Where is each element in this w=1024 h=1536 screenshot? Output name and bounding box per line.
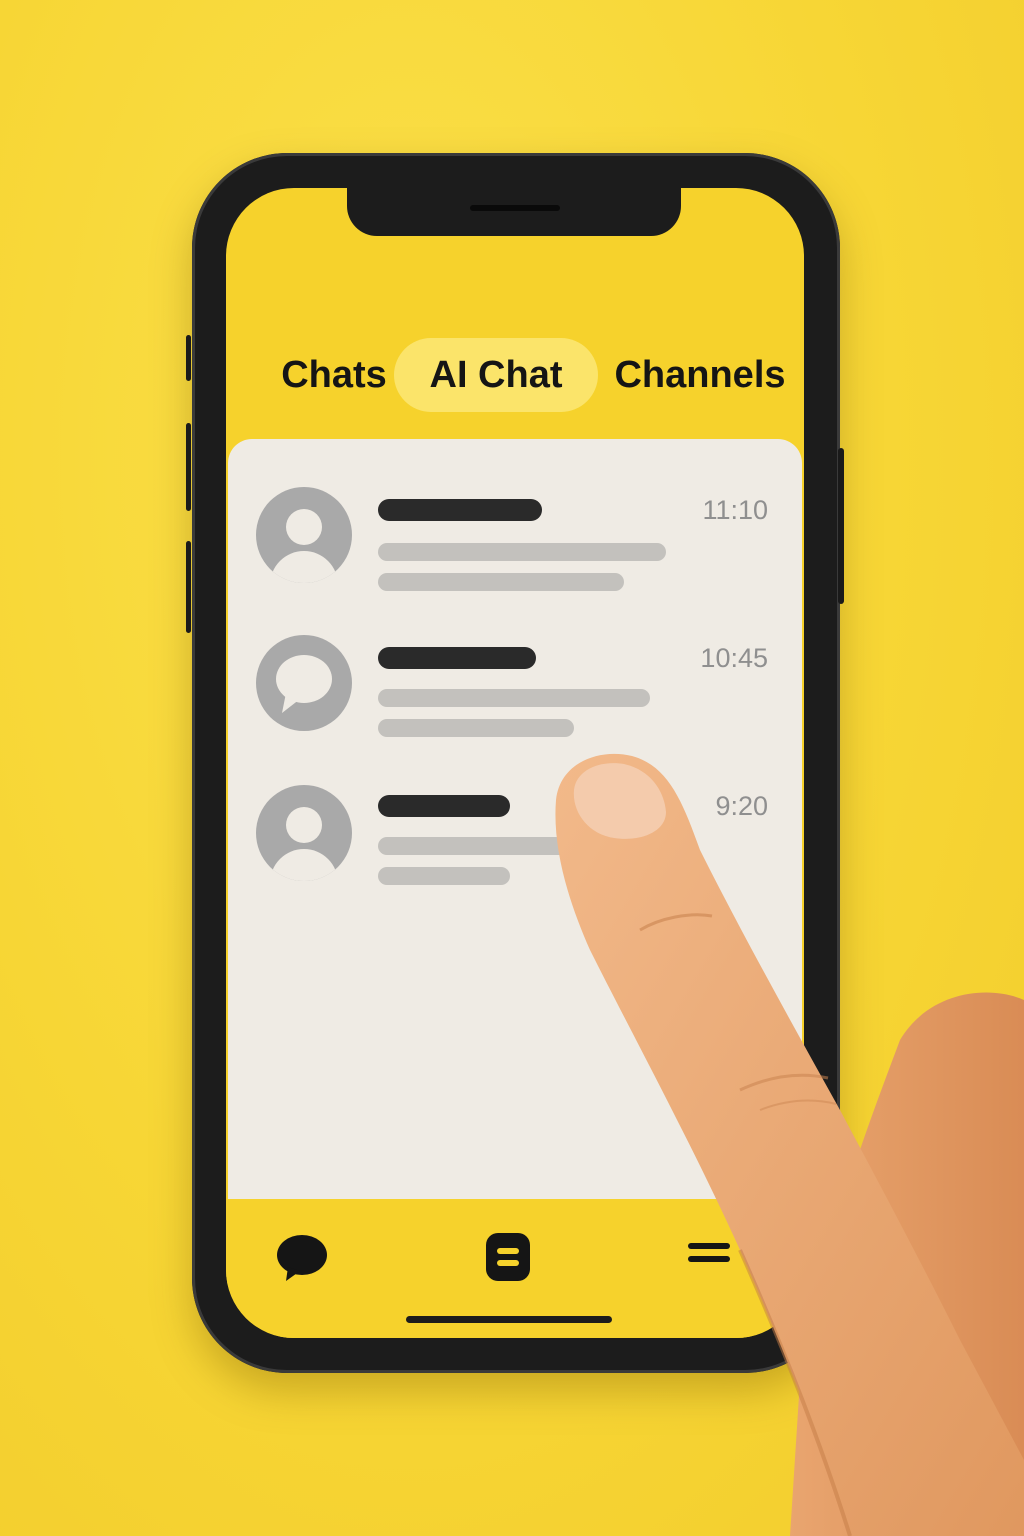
person-icon [256, 785, 352, 881]
contact-name-placeholder [378, 795, 510, 817]
home-indicator[interactable] [406, 1316, 612, 1323]
message-preview-placeholder [378, 867, 510, 885]
power-button [838, 448, 844, 604]
tab-ai-chat[interactable]: AI Chat [394, 338, 598, 412]
chat-bubble-icon[interactable] [274, 1231, 330, 1287]
message-preview-placeholder [378, 543, 666, 561]
menu-icon[interactable] [686, 1239, 734, 1271]
tab-chats[interactable]: Chats [250, 338, 418, 412]
contact-name-placeholder [378, 499, 542, 521]
message-preview-placeholder [378, 573, 624, 591]
list-icon[interactable] [484, 1231, 532, 1283]
chat-bubble-icon [256, 635, 352, 731]
tab-channels[interactable]: Channels [612, 338, 788, 412]
phone-screen: Chats AI Chat Channels 11:10 10:45 9:20 [226, 188, 804, 1338]
message-preview-placeholder [378, 719, 574, 737]
conversation-row[interactable]: 11:10 [228, 487, 802, 597]
message-preview-placeholder [378, 689, 650, 707]
volume-down-button [186, 541, 191, 633]
message-time: 10:45 [700, 643, 768, 673]
message-time: 11:10 [702, 495, 768, 525]
notch [347, 188, 681, 236]
contact-name-placeholder [378, 647, 536, 669]
conversation-row[interactable]: 9:20 [228, 785, 802, 895]
mute-switch [186, 335, 191, 381]
message-time: 9:20 [715, 791, 768, 821]
message-preview-placeholder [378, 837, 578, 855]
tab-bar: Chats AI Chat Channels [226, 338, 804, 412]
person-icon [256, 487, 352, 583]
volume-up-button [186, 423, 191, 511]
conversation-list: 11:10 10:45 9:20 [228, 439, 802, 1199]
earpiece-speaker [470, 205, 560, 211]
conversation-row[interactable]: 10:45 [228, 635, 802, 745]
bottom-nav [226, 1199, 804, 1338]
